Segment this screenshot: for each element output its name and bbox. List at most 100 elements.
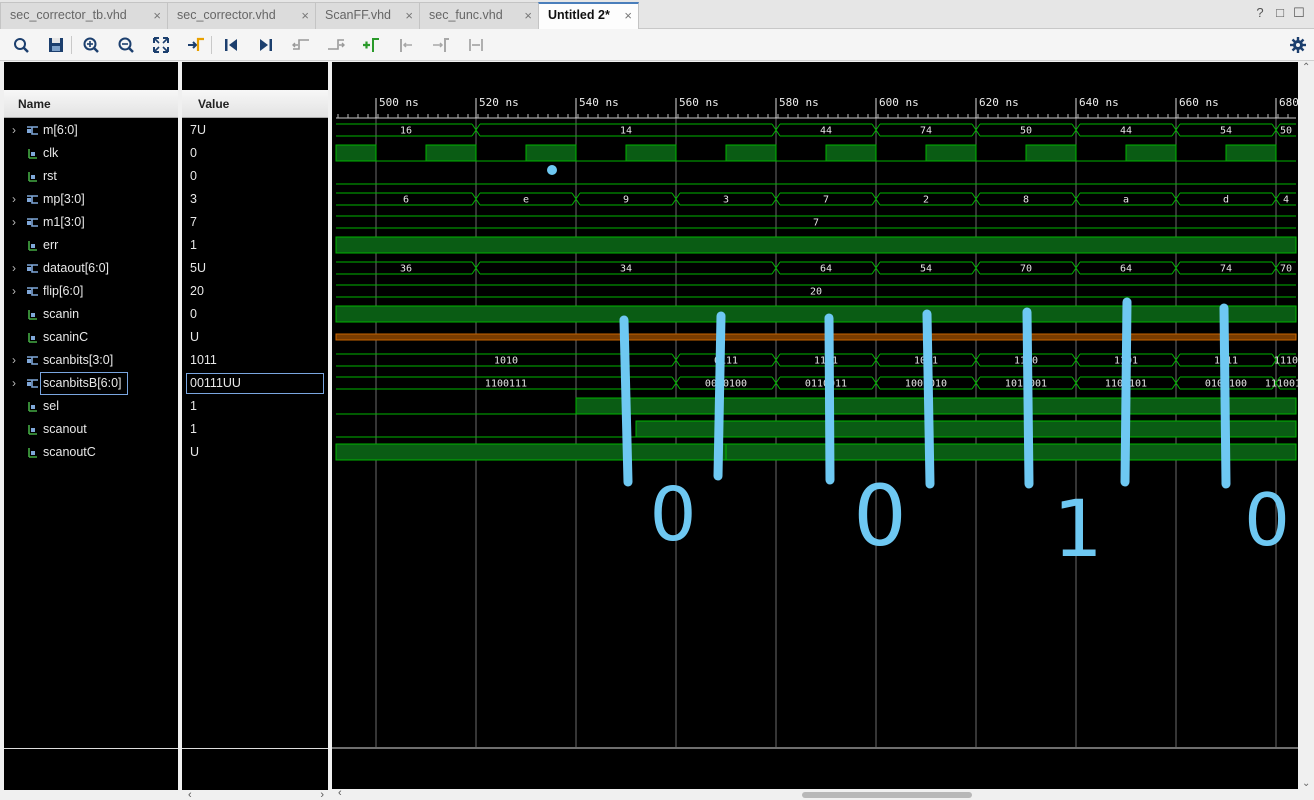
value-row[interactable]: 1 (182, 395, 328, 418)
waveform-vscroll[interactable]: ⌃ ⌄ (1298, 62, 1314, 789)
hscroll-thumb[interactable] (802, 792, 972, 798)
zoom-fit-icon[interactable] (150, 35, 172, 55)
search-icon[interactable] (10, 35, 32, 55)
save-icon[interactable] (45, 35, 67, 55)
signal-row[interactable]: › scanbits[3:0] (4, 349, 178, 372)
help-icon[interactable]: ? (1253, 6, 1267, 20)
scroll-up-arrow[interactable]: ⌃ (1302, 62, 1310, 73)
prev-transition-icon[interactable] (290, 35, 312, 55)
tab-sec-corrector[interactable]: sec_corrector.vhd × (167, 2, 316, 29)
name-pane-hscroll[interactable] (4, 790, 178, 800)
scroll-left-arrow[interactable]: ‹ (188, 790, 192, 800)
signal-row[interactable]: › dataout[6:0] (4, 257, 178, 280)
value-row[interactable]: 0 (182, 165, 328, 188)
waveform-hscroll[interactable]: ‹ (332, 787, 1314, 800)
signal-row[interactable]: › m[6:0] (4, 119, 178, 142)
value-row[interactable]: 3 (182, 188, 328, 211)
toolbar-separator (71, 36, 72, 54)
waveform-pane[interactable]: 500 ns 520 ns 540 ns 560 ns 580 ns 600 ns 620 … (332, 62, 1314, 800)
bus-value-label: 74 (1220, 264, 1232, 275)
pane-divider (4, 748, 178, 749)
goto-last-icon[interactable] (255, 35, 277, 55)
expand-chevron-icon[interactable]: › (12, 188, 16, 211)
settings-icon[interactable] (1287, 35, 1309, 55)
logic-high-fill (925, 144, 977, 162)
value-row[interactable]: 1 (182, 234, 328, 257)
handwritten-digit: 0 (1244, 478, 1290, 562)
tab-sec-corrector-tb[interactable]: sec_corrector_tb.vhd × (0, 2, 168, 29)
expand-chevron-icon[interactable]: › (12, 257, 16, 280)
goto-cursor-icon[interactable] (185, 35, 207, 55)
close-icon[interactable]: × (153, 3, 161, 28)
maximize-icon[interactable]: ☐ (1292, 6, 1306, 20)
scroll-down-arrow[interactable]: ⌄ (1302, 778, 1310, 789)
expand-chevron-icon[interactable]: › (12, 372, 16, 395)
logic-high-fill (335, 236, 1297, 254)
signal-row[interactable]: scanin (4, 303, 178, 326)
close-icon[interactable]: × (524, 3, 532, 28)
logic-high-fill (335, 144, 377, 162)
waveform-canvas[interactable]: 500 ns 520 ns 540 ns 560 ns 580 ns 600 ns 620 … (332, 62, 1298, 789)
value-row[interactable]: 7U (182, 119, 328, 142)
value-pane-hscroll[interactable]: ‹ › (182, 790, 328, 800)
signal-row[interactable]: scanout (4, 418, 178, 441)
expand-chevron-icon[interactable]: › (12, 119, 16, 142)
signal-row[interactable]: › flip[6:0] (4, 280, 178, 303)
swap-cursors-icon[interactable] (465, 35, 487, 55)
close-icon[interactable]: × (301, 3, 309, 28)
expand-chevron-icon[interactable]: › (12, 349, 16, 372)
prev-marker-icon[interactable] (395, 35, 417, 55)
zoom-out-icon[interactable] (115, 35, 137, 55)
zoom-in-icon[interactable] (80, 35, 102, 55)
tab-scanff[interactable]: ScanFF.vhd × (315, 2, 420, 29)
signal-row[interactable]: › mp[3:0] (4, 188, 178, 211)
value-row[interactable]: 0 (182, 303, 328, 326)
signal-value: 0 (190, 307, 197, 321)
signal-row[interactable]: scanoutC (4, 441, 178, 464)
waveform-toolbar (0, 29, 1314, 61)
value-row[interactable]: U (182, 326, 328, 349)
bus-value-label: 20 (810, 287, 822, 298)
value-row[interactable]: 20 (182, 280, 328, 303)
signal-name: scaninC (43, 330, 89, 344)
bus-value-label: 1100111 (485, 379, 527, 390)
value-row[interactable]: 7 (182, 211, 328, 234)
value-row[interactable]: 1011 (182, 349, 328, 372)
logic-high-fill (1125, 144, 1177, 162)
add-marker-icon[interactable] (360, 35, 382, 55)
signal-row[interactable]: scaninC (4, 326, 178, 349)
signal-name: clk (43, 146, 59, 160)
restore-icon[interactable]: □ (1273, 6, 1287, 20)
name-column-header[interactable]: Name (4, 90, 178, 118)
next-marker-icon[interactable] (430, 35, 452, 55)
scroll-left-arrow[interactable]: ‹ (338, 787, 342, 799)
signal-row[interactable]: clk (4, 142, 178, 165)
value-row[interactable]: 1 (182, 418, 328, 441)
value-column-header[interactable]: Value (182, 90, 328, 118)
close-icon[interactable]: × (624, 4, 632, 27)
signal-row[interactable]: sel (4, 395, 178, 418)
value-row[interactable]: 00111UU (182, 372, 328, 395)
signal-value: 1 (190, 399, 197, 413)
value-row[interactable]: U (182, 441, 328, 464)
tab-sec-func[interactable]: sec_func.vhd × (419, 2, 539, 29)
time-ruler-label: 500 ns (379, 96, 419, 109)
value-row[interactable]: 0 (182, 142, 328, 165)
goto-first-icon[interactable] (220, 35, 242, 55)
value-row[interactable]: 5U (182, 257, 328, 280)
handwritten-stroke (1120, 297, 1132, 487)
signal-row[interactable]: › m1[3:0] (4, 211, 178, 234)
signal-row[interactable]: › scanbitsB[6:0] (4, 372, 178, 395)
expand-chevron-icon[interactable]: › (12, 280, 16, 303)
expand-chevron-icon[interactable]: › (12, 211, 16, 234)
tab-untitled-2[interactable]: Untitled 2* × (538, 2, 639, 29)
bus-value-label: 0010100 (705, 379, 747, 390)
signal-row[interactable]: rst (4, 165, 178, 188)
tab-label: Untitled 2* (548, 8, 610, 22)
scroll-right-arrow[interactable]: › (320, 790, 324, 800)
logic-high-fill (635, 420, 1297, 438)
signal-row[interactable]: err (4, 234, 178, 257)
next-transition-icon[interactable] (325, 35, 347, 55)
bus-value-label: a (1123, 195, 1129, 206)
close-icon[interactable]: × (405, 3, 413, 28)
